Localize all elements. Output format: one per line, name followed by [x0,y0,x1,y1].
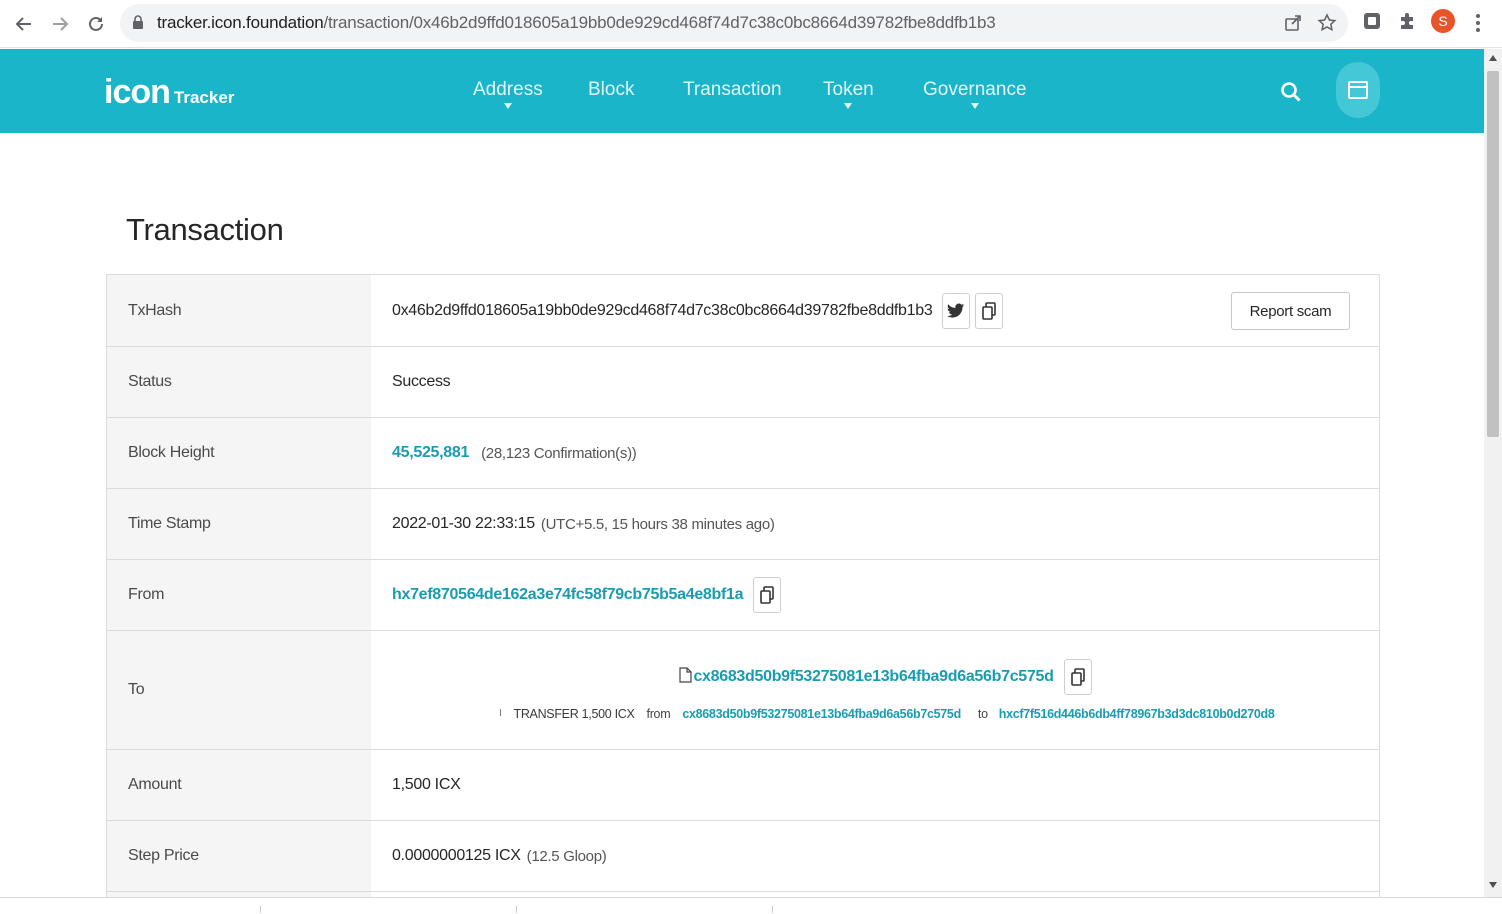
puzzle-icon[interactable] [1397,11,1419,33]
row-status: Status Success [107,347,1379,418]
copy-to-button[interactable] [1063,659,1092,695]
share-icon[interactable] [1283,13,1303,33]
copy-icon [760,586,775,604]
time-stamp-value: 2022-01-30 22:33:15 [392,515,535,532]
address-bar[interactable]: tracker.icon.foundation/transaction/0x46… [120,4,1348,42]
nav-governance[interactable]: Governance [923,79,1027,109]
chevron-down-icon [844,103,853,109]
internal-transfer-line: TRANSFER 1,500 ICX from cx8683d50b9f5327… [496,707,1275,721]
txhash-value: 0x46b2d9ffd018605a19bb0de929cd468f74d7c3… [392,301,933,319]
time-stamp-value-cell: 2022-01-30 22:33:15 (UTC+5.5, 15 hours 3… [371,489,1379,559]
amount-label: Amount [107,750,371,820]
time-stamp-relative: (UTC+5.5, 15 hours 38 minutes ago) [540,515,775,533]
nav-block[interactable]: Block [588,79,634,101]
status-label: Status [107,347,371,417]
extension-icon[interactable] [1362,11,1384,33]
twitter-share-button[interactable] [942,292,971,329]
amount-value: 1,500 ICX [371,750,1379,820]
nav-transaction[interactable]: Transaction [683,79,782,101]
chevron-down-icon [503,103,512,109]
row-from: From hx7ef870564de162a3e74fc58f79cb75b5a… [107,560,1379,631]
copy-icon [982,301,997,320]
block-height-link[interactable]: 45,525,881 [392,444,469,462]
reload-icon[interactable] [82,10,110,38]
row-time-stamp: Time Stamp 2022-01-30 22:33:15 (UTC+5.5,… [107,489,1379,560]
scroll-thumb[interactable] [1487,71,1499,437]
step-price-label: Step Price [107,821,371,891]
transfer-to-link[interactable]: hxcf7f516d446b6db4ff78967b3d3dc810b0d270… [999,707,1275,721]
bookmark-star-icon[interactable] [1317,13,1337,33]
step-price-value-cell: 0.0000000125 ICX (12.5 Gloop) [371,821,1379,891]
from-address-link[interactable]: hx7ef870564de162a3e74fc58f79cb75b5a4e8bf… [392,586,744,604]
from-value-cell: hx7ef870564de162a3e74fc58f79cb75b5a4e8bf… [371,560,1379,630]
scroll-down-icon[interactable] [1489,882,1497,888]
nav-address[interactable]: Address [473,79,543,109]
transfer-to-word: to [977,707,988,721]
lock-icon [132,15,144,35]
block-height-label: Block Height [107,418,371,488]
transfer-text: TRANSFER 1,500 ICX [513,707,635,721]
row-txhash: TxHash 0x46b2d9ffd018605a19bb0de929cd468… [107,275,1379,347]
to-address-link[interactable]: cx8683d50b9f53275081e13b64fba9d6a56b7c57… [693,668,1053,686]
block-height-value-cell: 45,525,881 (28,123 Confirmation(s)) [371,418,1379,488]
page-title: Transaction [126,212,284,247]
forward-icon[interactable] [46,10,74,38]
contract-file-icon [679,666,693,688]
report-scam-button[interactable]: Report scam [1231,292,1350,330]
step-price-value: 0.0000000125 ICX [392,847,521,864]
transfer-from-word: from [646,707,671,721]
status-value: Success [371,347,1379,417]
to-label: To [107,631,371,749]
search-icon[interactable] [1280,81,1302,103]
txhash-value-cell: 0x46b2d9ffd018605a19bb0de929cd468f74d7c3… [371,275,1379,346]
wallet-icon[interactable] [1336,62,1380,118]
browser-toolbar: tracker.icon.foundation/transaction/0x46… [0,0,1502,48]
twitter-icon [947,303,965,318]
url-text: tracker.icon.foundation/transaction/0x46… [157,13,996,32]
transfer-from-link[interactable]: cx8683d50b9f53275081e13b64fba9d6a56b7c57… [682,707,961,721]
nav-token[interactable]: Token [823,79,874,109]
chevron-down-icon [970,103,979,109]
time-stamp-label: Time Stamp [107,489,371,559]
bottom-strip [0,897,1502,914]
icon-tracker-logo[interactable]: icon Tracker [104,73,234,112]
row-block-height: Block Height 45,525,881 (28,123 Confirma… [107,418,1379,489]
copy-icon [1070,668,1085,686]
confirmations-text: (28,123 Confirmation(s)) [481,444,637,462]
copy-from-button[interactable] [753,577,782,613]
to-address-line: cx8683d50b9f53275081e13b64fba9d6a56b7c57… [679,659,1092,695]
txhash-label: TxHash [107,275,371,346]
row-amount: Amount 1,500 ICX [107,750,1379,821]
browser-menu-icon[interactable] [1470,12,1486,34]
page-scrollbar[interactable] [1484,49,1502,897]
profile-avatar[interactable]: S [1431,9,1455,33]
transaction-details-table: TxHash 0x46b2d9ffd018605a19bb0de929cd468… [106,274,1380,912]
step-price-note: (12.5 Gloop) [526,847,607,865]
scroll-up-icon[interactable] [1489,55,1497,61]
row-to: To cx8683d50b9f53275081e13b64fba9d6a56b7… [107,631,1379,750]
to-value-cell: cx8683d50b9f53275081e13b64fba9d6a56b7c57… [371,631,1379,749]
back-icon[interactable] [10,10,38,38]
from-label: From [107,560,371,630]
site-header: icon Tracker Address Block Transaction To… [0,49,1484,133]
tree-branch-icon [500,708,502,716]
copy-txhash-button[interactable] [975,292,1004,329]
row-step-price: Step Price 0.0000000125 ICX (12.5 Gloop) [107,821,1379,892]
